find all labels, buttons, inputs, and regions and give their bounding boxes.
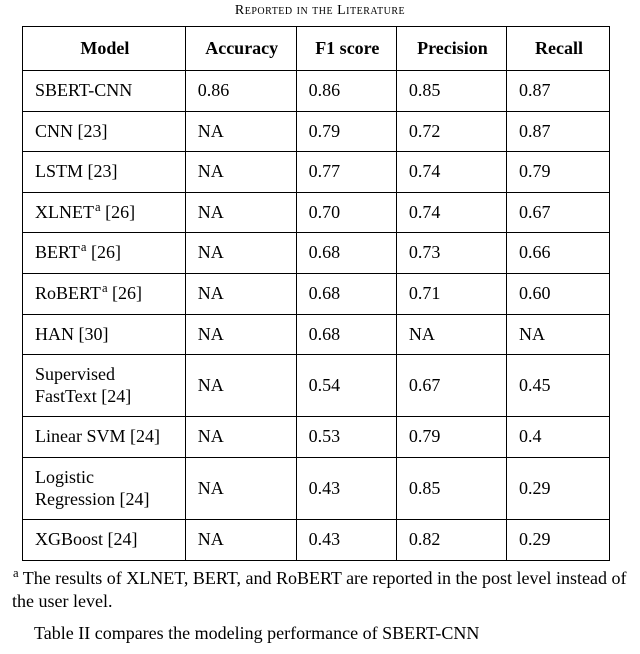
model-name: LSTM [23] (35, 161, 118, 181)
table-row: CNN [23] NA0.790.720.87 (23, 111, 610, 152)
col-header-precision: Precision (396, 26, 506, 71)
cell-f1: 0.43 (296, 458, 396, 520)
cell-model: BERTa [26] (23, 233, 186, 274)
cell-recall: NA (507, 314, 610, 355)
cell-recall: 0.45 (507, 355, 610, 417)
cell-accuracy: NA (185, 152, 296, 193)
cell-recall: 0.60 (507, 274, 610, 315)
cell-precision: 0.73 (396, 233, 506, 274)
cell-model: Logistic Regression [24] (23, 458, 186, 520)
model-name: CNN [23] (35, 121, 108, 141)
cell-accuracy: NA (185, 111, 296, 152)
cell-f1: 0.70 (296, 192, 396, 233)
cell-recall: 0.29 (507, 458, 610, 520)
model-name: XLNET (35, 202, 94, 222)
cell-accuracy: NA (185, 520, 296, 561)
cell-precision: 0.85 (396, 458, 506, 520)
table-header-row: Model Accuracy F1 score Precision Recall (23, 26, 610, 71)
model-citation: [26] (87, 242, 122, 262)
cell-model: SBERT-CNN (23, 71, 186, 112)
cell-precision: 0.72 (396, 111, 506, 152)
model-citation: [26] (101, 202, 136, 222)
cell-model: HAN [30] (23, 314, 186, 355)
cell-f1: 0.68 (296, 314, 396, 355)
cell-recall: 0.4 (507, 417, 610, 458)
table-row: Supervised FastText [24] NA0.540.670.45 (23, 355, 610, 417)
col-header-recall: Recall (507, 26, 610, 71)
model-name: SBERT-CNN (35, 80, 132, 100)
table-footnote: a The results of XLNET, BERT, and RoBERT… (12, 567, 628, 614)
cell-accuracy: NA (185, 233, 296, 274)
cell-recall: 0.87 (507, 111, 610, 152)
cell-precision: 0.82 (396, 520, 506, 561)
cell-model: LSTM [23] (23, 152, 186, 193)
cell-precision: 0.74 (396, 152, 506, 193)
cell-precision: 0.74 (396, 192, 506, 233)
model-name: RoBERT (35, 283, 101, 303)
table-row: Logistic Regression [24] NA0.430.850.29 (23, 458, 610, 520)
cell-precision: 0.71 (396, 274, 506, 315)
model-name: XGBoost [24] (35, 529, 138, 549)
cell-f1: 0.77 (296, 152, 396, 193)
cell-accuracy: NA (185, 192, 296, 233)
col-header-f1: F1 score (296, 26, 396, 71)
cell-precision: 0.67 (396, 355, 506, 417)
cell-model: Supervised FastText [24] (23, 355, 186, 417)
table-row: Linear SVM [24] NA0.530.790.4 (23, 417, 610, 458)
cell-model: XGBoost [24] (23, 520, 186, 561)
table-row: XLNETa [26]NA0.700.740.67 (23, 192, 610, 233)
cell-model: Linear SVM [24] (23, 417, 186, 458)
cell-model: RoBERTa [26] (23, 274, 186, 315)
cell-f1: 0.86 (296, 71, 396, 112)
cell-f1: 0.68 (296, 274, 396, 315)
table-row: BERTa [26]NA0.680.730.66 (23, 233, 610, 274)
cell-recall: 0.66 (507, 233, 610, 274)
results-table: Model Accuracy F1 score Precision Recall… (22, 26, 610, 561)
table-caption-top: Reported in the Literature (12, 2, 628, 20)
model-name: Logistic Regression [24] (35, 467, 149, 509)
table-caption-bottom-partial: Table II compares the modeling performan… (34, 622, 628, 645)
table-row: XGBoost [24] NA0.430.820.29 (23, 520, 610, 561)
model-name: BERT (35, 242, 80, 262)
cell-model: XLNETa [26] (23, 192, 186, 233)
model-name: Supervised FastText [24] (35, 364, 131, 406)
cell-f1: 0.79 (296, 111, 396, 152)
cell-accuracy: NA (185, 417, 296, 458)
cell-recall: 0.29 (507, 520, 610, 561)
model-name: HAN [30] (35, 324, 109, 344)
cell-model: CNN [23] (23, 111, 186, 152)
table-row: RoBERTa [26]NA0.680.710.60 (23, 274, 610, 315)
model-name: Linear SVM [24] (35, 426, 160, 446)
cell-f1: 0.68 (296, 233, 396, 274)
cell-recall: 0.67 (507, 192, 610, 233)
table-body: SBERT-CNN0.860.860.850.87CNN [23]NA0.790… (23, 71, 610, 561)
table-row: HAN [30]NA0.68NANA (23, 314, 610, 355)
cell-accuracy: NA (185, 314, 296, 355)
footnote-text: The results of XLNET, BERT, and RoBERT a… (12, 568, 626, 611)
cell-recall: 0.79 (507, 152, 610, 193)
cell-recall: 0.87 (507, 71, 610, 112)
cell-accuracy: 0.86 (185, 71, 296, 112)
cell-accuracy: NA (185, 274, 296, 315)
cell-precision: 0.79 (396, 417, 506, 458)
table-row: LSTM [23] NA0.770.740.79 (23, 152, 610, 193)
model-citation: [26] (108, 283, 143, 303)
cell-f1: 0.53 (296, 417, 396, 458)
table-row: SBERT-CNN0.860.860.850.87 (23, 71, 610, 112)
cell-f1: 0.54 (296, 355, 396, 417)
col-header-accuracy: Accuracy (185, 26, 296, 71)
cell-precision: NA (396, 314, 506, 355)
col-header-model: Model (23, 26, 186, 71)
cell-precision: 0.85 (396, 71, 506, 112)
cell-f1: 0.43 (296, 520, 396, 561)
cell-accuracy: NA (185, 355, 296, 417)
cell-accuracy: NA (185, 458, 296, 520)
